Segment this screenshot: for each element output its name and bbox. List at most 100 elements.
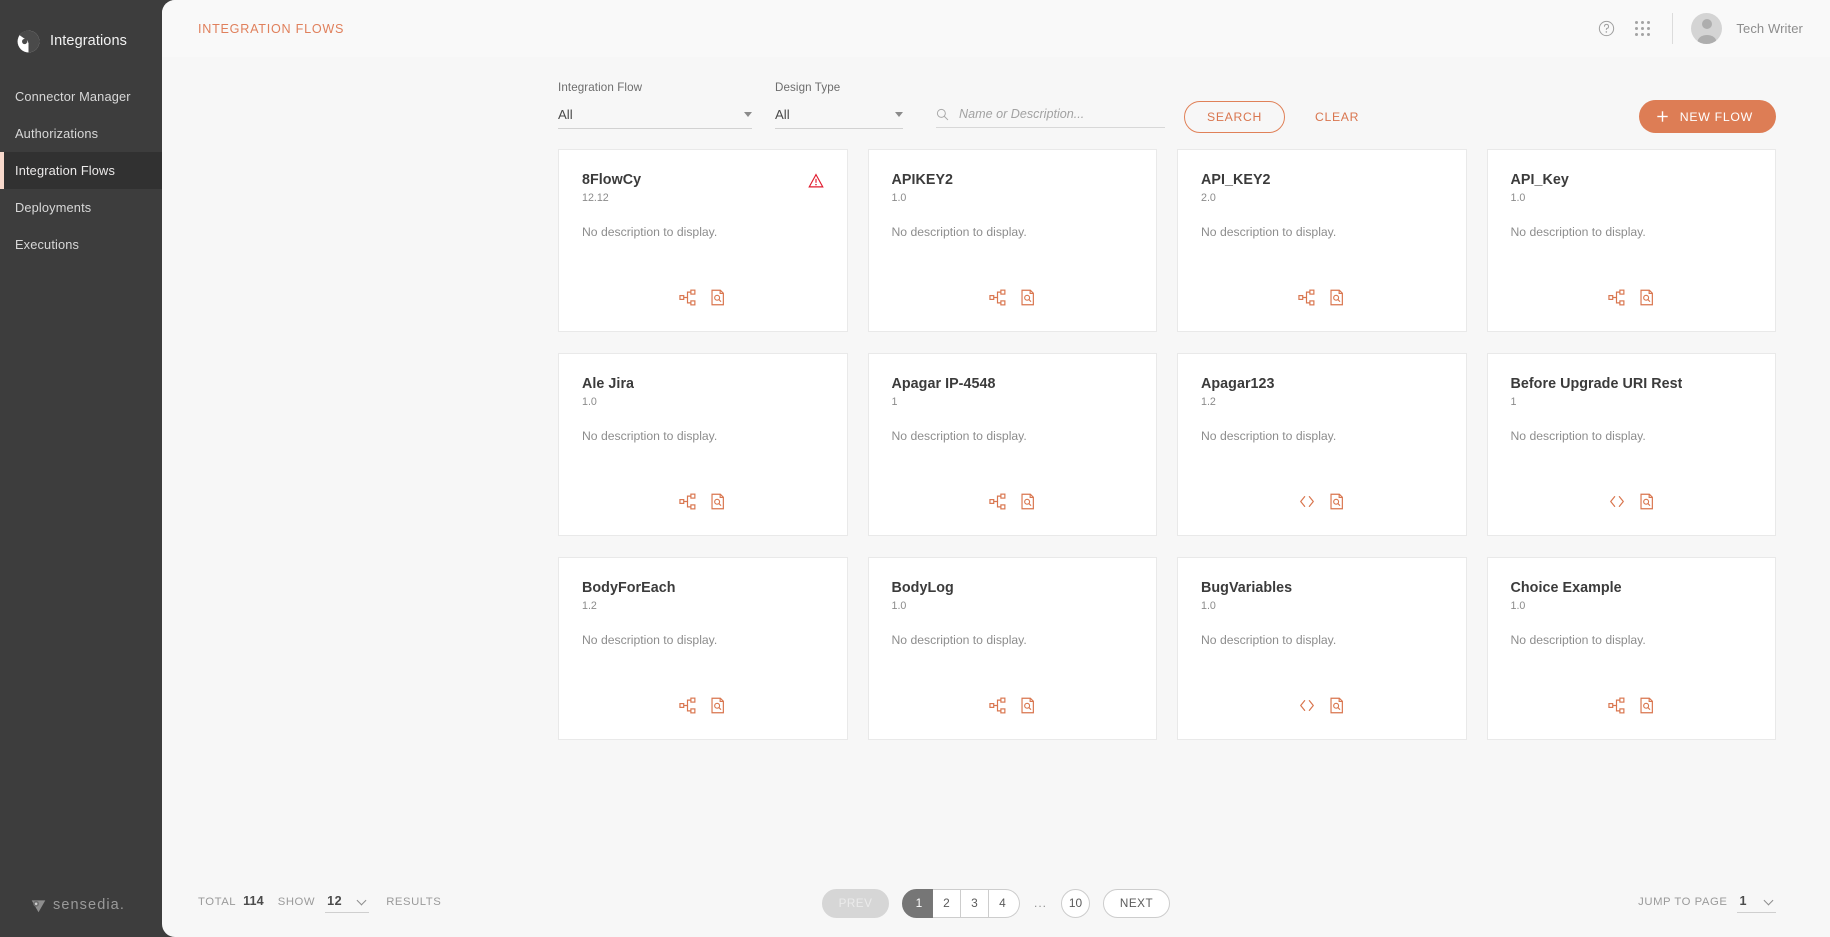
flow-card-header: 8FlowCy 12.12 (582, 172, 824, 204)
brand[interactable]: Integrations (0, 0, 162, 62)
document-search-icon[interactable] (1638, 289, 1655, 306)
flow-card[interactable]: Before Upgrade URI Rest 1 No description… (1486, 353, 1776, 536)
search-input[interactable] (959, 107, 1165, 121)
flow-card-version: 1.0 (582, 396, 597, 408)
flow-card-titlewrap: Apagar123 1.2 (1201, 376, 1275, 408)
flow-card-description: No description to display. (1201, 633, 1337, 647)
flow-sitemap-icon[interactable] (989, 289, 1006, 306)
document-search-icon[interactable] (709, 493, 726, 510)
document-search-icon[interactable] (709, 289, 726, 306)
document-search-icon[interactable] (1019, 697, 1036, 714)
code-brackets-icon[interactable] (1298, 493, 1315, 510)
flow-card-version: 1.0 (1510, 600, 1526, 612)
footer: TOTAL 114 SHOW 12 RESULTS PREV 1234 ... … (162, 869, 1830, 937)
flow-sitemap-icon[interactable] (989, 493, 1006, 510)
sidebar-item-connector-manager[interactable]: Connector Manager (0, 78, 162, 115)
flow-card-titlewrap: Apagar IP-4548 1 (892, 376, 996, 408)
sidebar-item-integration-flows[interactable]: Integration Flows (0, 152, 162, 189)
last-page-button[interactable]: 10 (1061, 888, 1091, 918)
integration-flow-select[interactable]: All (558, 107, 752, 129)
brand-label: Integrations (50, 33, 127, 49)
page-number-button[interactable]: 1 (901, 888, 933, 918)
content-area: Integration Flow All Design Type All Nam… (162, 57, 1830, 937)
flow-card-header: BodyLog 1.0 (892, 580, 1134, 612)
jump-to-page-select[interactable]: 1 (1737, 894, 1776, 913)
flow-card[interactable]: APIKEY2 1.0 No description to display. (867, 149, 1157, 332)
help-button[interactable] (1588, 11, 1624, 47)
flow-card-version: 12.12 (582, 192, 609, 204)
flow-card[interactable]: Ale Jira 1.0 No description to display. (558, 353, 848, 536)
flow-sitemap-icon[interactable] (1608, 289, 1625, 306)
flow-card-header: APIKEY2 1.0 (892, 172, 1134, 204)
flow-card-actions (582, 697, 824, 714)
clear-button[interactable]: CLEAR (1307, 101, 1367, 133)
sidebar-item-authorizations[interactable]: Authorizations (0, 115, 162, 152)
flow-card-version: 1.2 (582, 600, 597, 612)
flow-card-description: No description to display. (891, 633, 1027, 647)
flow-sitemap-icon[interactable] (1608, 697, 1625, 714)
flow-sitemap-icon[interactable] (679, 493, 696, 510)
new-flow-button[interactable]: NEW FLOW (1638, 100, 1776, 133)
flow-sitemap-icon[interactable] (679, 697, 696, 714)
flow-card[interactable]: BugVariables 1.0 No description to displ… (1177, 557, 1467, 740)
flow-card-actions (582, 289, 824, 306)
flow-card-titlewrap: Before Upgrade URI Rest 1 (1511, 376, 1683, 408)
flow-sitemap-icon[interactable] (679, 289, 696, 306)
flow-card-header: Apagar123 1.2 (1201, 376, 1443, 408)
flow-card[interactable]: API_Key 1.0 No description to display. (1486, 149, 1776, 332)
document-search-icon[interactable] (1638, 697, 1655, 714)
topbar-divider (1672, 13, 1674, 44)
flow-card[interactable]: Apagar123 1.2 No description to display. (1177, 353, 1467, 536)
flow-card-description: No description to display. (1510, 633, 1646, 647)
warning-icon[interactable] (807, 173, 824, 189)
avatar[interactable] (1691, 13, 1723, 44)
flow-card[interactable]: Choice Example 1.0 No description to dis… (1486, 557, 1776, 740)
sidebar-item-executions[interactable]: Executions (0, 226, 162, 263)
flow-card-description: No description to display. (582, 429, 718, 443)
pagination-ellipsis: ... (1033, 896, 1048, 910)
document-search-icon[interactable] (1019, 493, 1036, 510)
flow-card-description: No description to display. (1201, 429, 1337, 443)
search-button[interactable]: SEARCH (1184, 101, 1285, 133)
flow-card-name: BugVariables (1201, 580, 1293, 596)
flow-card-titlewrap: 8FlowCy 12.12 (582, 172, 641, 204)
document-search-icon[interactable] (1019, 289, 1036, 306)
flow-card-header: API_KEY2 2.0 (1201, 172, 1443, 204)
flow-card-header: BodyForEach 1.2 (582, 580, 824, 612)
flow-card-description: No description to display. (1510, 225, 1646, 239)
flow-card[interactable]: BodyForEach 1.2 No description to displa… (558, 557, 848, 740)
document-search-icon[interactable] (1328, 289, 1345, 306)
flow-card-name: BodyLog (891, 580, 954, 596)
flow-card[interactable]: Apagar IP-4548 1 No description to displ… (867, 353, 1157, 536)
show-per-page-select[interactable]: 12 (325, 894, 370, 913)
flow-sitemap-icon[interactable] (989, 697, 1006, 714)
flow-card[interactable]: API_KEY2 2.0 No description to display. (1177, 149, 1467, 332)
apps-grid-icon (1634, 21, 1650, 36)
next-page-button[interactable]: NEXT (1103, 888, 1171, 918)
sidebar-item-label: Integration Flows (15, 163, 115, 178)
flow-card-name: API_KEY2 (1201, 172, 1271, 188)
search-field (936, 107, 1165, 128)
integration-flow-label: Integration Flow (558, 81, 643, 94)
document-search-icon[interactable] (709, 697, 726, 714)
apps-button[interactable] (1624, 11, 1660, 47)
chevron-down-icon (358, 896, 367, 905)
page-number-button[interactable]: 2 (932, 888, 961, 918)
flow-card[interactable]: BodyLog 1.0 No description to display. (867, 557, 1157, 740)
prev-page-button[interactable]: PREV (821, 888, 889, 918)
topbar: INTEGRATION FLOWS Tech Writer (162, 0, 1830, 57)
code-brackets-icon[interactable] (1608, 493, 1625, 510)
flow-sitemap-icon[interactable] (1298, 289, 1315, 306)
flow-card[interactable]: 8FlowCy 12.12 No description to display. (558, 149, 848, 332)
document-search-icon[interactable] (1328, 697, 1345, 714)
document-search-icon[interactable] (1328, 493, 1345, 510)
page-number-button[interactable]: 3 (960, 888, 989, 918)
sidebar-item-deployments[interactable]: Deployments (0, 189, 162, 226)
page-number-button[interactable]: 4 (988, 888, 1020, 918)
filter-bar: Integration Flow All Design Type All Nam… (558, 57, 1776, 133)
code-brackets-icon[interactable] (1298, 697, 1315, 714)
design-type-select[interactable]: All (775, 107, 903, 129)
flow-card-version: 1 (891, 396, 898, 408)
flow-card-actions (892, 289, 1134, 306)
document-search-icon[interactable] (1638, 493, 1655, 510)
